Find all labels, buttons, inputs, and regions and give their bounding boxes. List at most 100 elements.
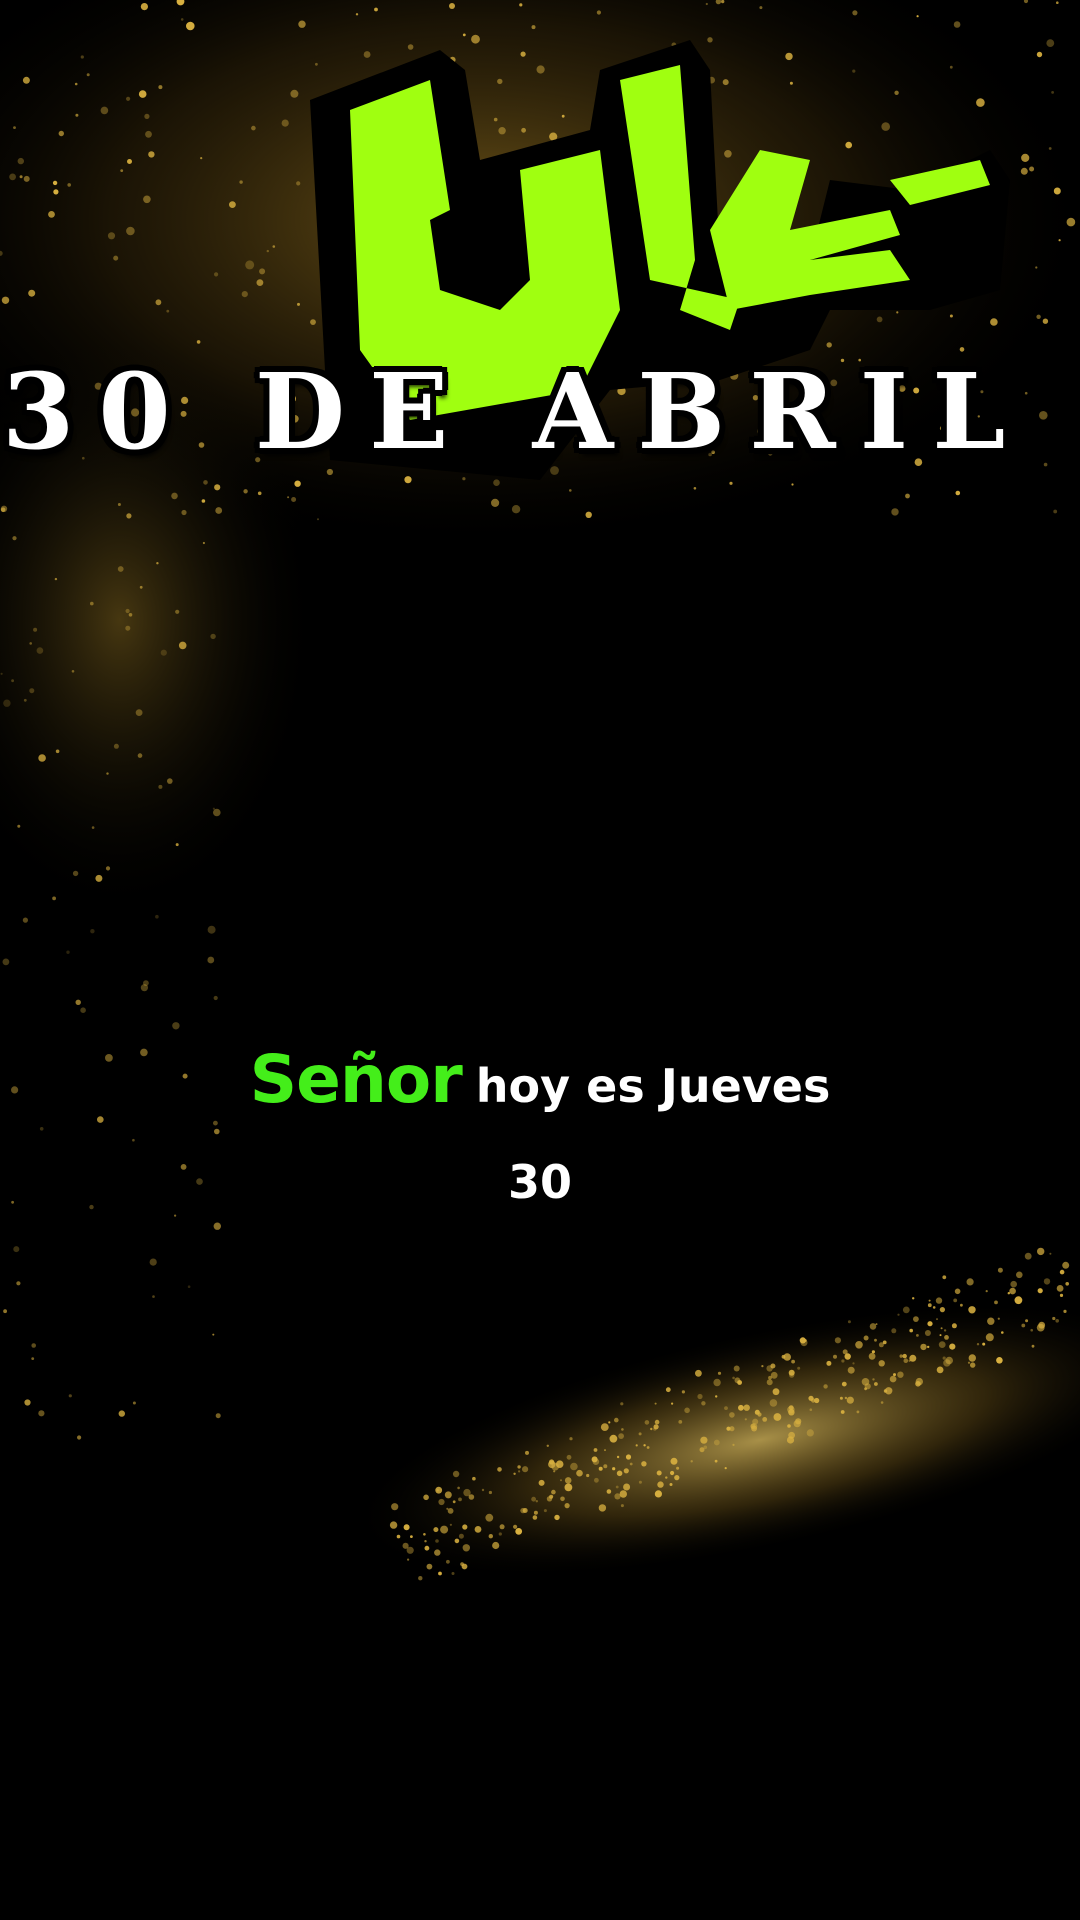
sparkle-dot bbox=[1052, 1316, 1056, 1321]
sparkle-dot bbox=[488, 1490, 492, 1495]
sparkle-dot bbox=[604, 1449, 606, 1452]
sparkle-dot bbox=[564, 1477, 572, 1484]
sparkle-dot bbox=[598, 1504, 607, 1512]
sparkle-dot bbox=[256, 279, 264, 286]
sparkle-dot bbox=[17, 157, 24, 165]
sparkle-dot bbox=[844, 1353, 851, 1360]
sparkle-dot bbox=[446, 1559, 450, 1564]
sparkle-dot bbox=[407, 1558, 410, 1561]
sparkle-dot bbox=[943, 1329, 947, 1332]
sparkle-dot bbox=[670, 1457, 678, 1465]
sparkle-dot bbox=[403, 1524, 410, 1531]
sparkle-dot bbox=[814, 1397, 820, 1404]
sparkle-dot bbox=[942, 1275, 947, 1280]
sparkle-dot bbox=[869, 1323, 877, 1330]
sparkle-dot bbox=[444, 1491, 452, 1499]
sparkle-dot bbox=[55, 749, 60, 754]
sparkle-dot bbox=[564, 1483, 573, 1492]
sparkle-dot bbox=[915, 1381, 921, 1387]
sparkle-dot bbox=[513, 1472, 516, 1476]
sparkle-dot bbox=[1056, 1285, 1064, 1292]
sparkle-dot bbox=[715, 1395, 718, 1398]
sparkle-dot bbox=[1048, 147, 1052, 150]
sparkle-dot bbox=[452, 1500, 456, 1504]
sparkle-dot bbox=[614, 1493, 621, 1500]
sparkle-dot bbox=[1053, 187, 1061, 195]
sparkle-dot bbox=[166, 309, 170, 313]
sparkle-dot bbox=[554, 1514, 560, 1521]
sparkle-dot bbox=[618, 1433, 624, 1439]
sparkle-dot bbox=[80, 55, 84, 59]
sparkle-dot bbox=[214, 484, 221, 491]
sparkle-dot bbox=[897, 1313, 900, 1316]
sparkle-dot bbox=[839, 1396, 843, 1400]
sparkle-dot bbox=[939, 1334, 942, 1337]
sparkle-dot bbox=[472, 1476, 476, 1481]
sparkle-dot bbox=[86, 73, 90, 77]
sparkle-dot bbox=[118, 1410, 126, 1417]
sparkle-dot bbox=[458, 1533, 464, 1539]
sparkle-dot bbox=[155, 299, 162, 306]
sparkle-dot bbox=[1058, 239, 1061, 242]
sparkle-dot bbox=[889, 1375, 897, 1383]
sparkle-dot bbox=[75, 999, 81, 1005]
sparkle-dot bbox=[927, 1321, 933, 1327]
sparkle-dot bbox=[105, 866, 111, 871]
sparkle-dot bbox=[928, 1299, 931, 1302]
sparkle-dot bbox=[143, 195, 151, 204]
sparkle-dot bbox=[499, 1524, 505, 1530]
sparkle-dot bbox=[410, 1535, 413, 1538]
sparkle-dot bbox=[113, 743, 119, 749]
sparkle-dot bbox=[22, 76, 30, 84]
sparkle-dot bbox=[968, 1354, 976, 1362]
sparkle-dot bbox=[543, 1509, 547, 1513]
sparkle-dot bbox=[669, 1483, 673, 1486]
sparkle-dot bbox=[754, 1409, 760, 1415]
sparkle-dot bbox=[789, 1372, 795, 1378]
sparkle-dot bbox=[903, 1358, 909, 1363]
sparkle-dot bbox=[772, 1388, 780, 1396]
sparkle-dot bbox=[167, 778, 173, 784]
sparkle-dot bbox=[449, 1523, 452, 1526]
sparkle-dot bbox=[447, 1508, 454, 1514]
sparkle-dot bbox=[616, 1470, 623, 1477]
sparkle-dot bbox=[938, 1341, 946, 1348]
sparkle-dot bbox=[729, 1412, 735, 1418]
sparkle-dot bbox=[75, 113, 79, 117]
sparkle-dot bbox=[576, 1469, 583, 1477]
sparkle-dot bbox=[74, 82, 78, 86]
sparkle-dot bbox=[389, 1521, 398, 1529]
caption-line-1-text: hoy es Jueves bbox=[475, 1059, 831, 1113]
sparkle-dot bbox=[1036, 1323, 1045, 1332]
sparkle-dot bbox=[724, 1406, 728, 1410]
sparkle-dot bbox=[994, 1300, 998, 1305]
sparkle-dot bbox=[178, 641, 187, 650]
sparkle-dot bbox=[229, 201, 236, 209]
sparkle-dot bbox=[424, 1545, 430, 1551]
sparkle-dot bbox=[949, 1343, 956, 1350]
sparkle-dot bbox=[1, 296, 10, 304]
sparkle-dot bbox=[125, 625, 131, 631]
sparkle-dot bbox=[654, 1419, 660, 1425]
sparkle-dot bbox=[676, 1466, 680, 1470]
sparkle-dot bbox=[175, 843, 179, 847]
sparkle-dot bbox=[485, 1513, 494, 1522]
sparkle-dot bbox=[1043, 1278, 1051, 1285]
sparkle-dot bbox=[701, 1401, 706, 1406]
sparkle-dot bbox=[744, 1418, 747, 1421]
sparkle-dot bbox=[769, 1399, 778, 1407]
sparkle-dot bbox=[1030, 1328, 1033, 1332]
sparkle-dot bbox=[976, 1343, 980, 1346]
sparkle-dot bbox=[3, 699, 11, 707]
sparkle-dot bbox=[33, 627, 38, 632]
sparkle-dot bbox=[586, 1473, 590, 1478]
sparkle-dot bbox=[703, 1445, 708, 1450]
sparkle-dot bbox=[671, 1402, 674, 1405]
sparkle-dot bbox=[53, 189, 59, 195]
sparkle-dot bbox=[761, 1365, 764, 1368]
sparkle-dot bbox=[245, 260, 255, 270]
sparkle-dot bbox=[1063, 1309, 1067, 1313]
sparkle-dot bbox=[214, 272, 219, 277]
sparkle-dot bbox=[281, 119, 289, 127]
sparkle-dot bbox=[705, 2, 708, 6]
